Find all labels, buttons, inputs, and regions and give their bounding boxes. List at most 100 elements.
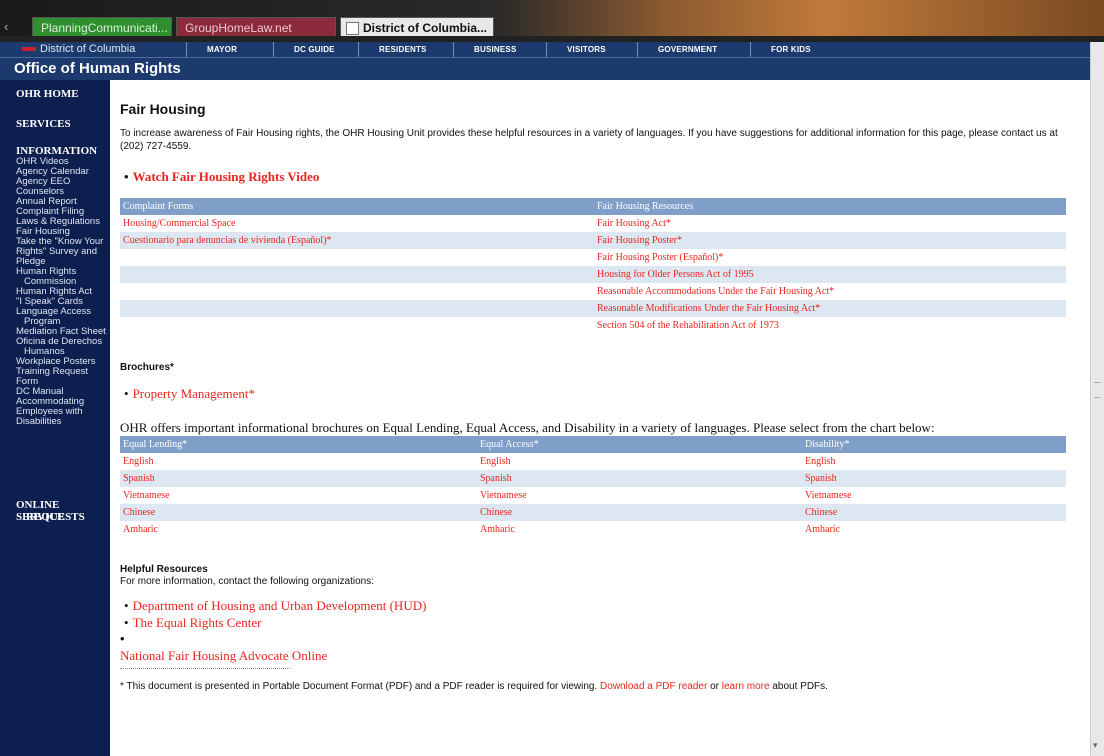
table-row: Reasonable Accommodations Under the Fair… (120, 283, 1066, 300)
table-link[interactable]: Reasonable Modifications Under the Fair … (594, 300, 1066, 317)
nav-visitors[interactable]: VISITORS (546, 42, 637, 57)
language-link[interactable]: Vietnamese (802, 487, 1066, 504)
browser-tab-active[interactable]: District of Columbia... (340, 17, 494, 37)
org-link-hud[interactable]: Department of Housing and Urban Developm… (133, 598, 427, 613)
tab-scroll-icon[interactable]: ‹ (4, 18, 26, 36)
language-link[interactable]: Amharic (802, 521, 1066, 538)
table-cell (120, 317, 594, 334)
org-item: • Department of Housing and Urban Develop… (124, 598, 426, 614)
table-link[interactable]: Fair Housing Act* (594, 215, 1066, 232)
table-cell (120, 266, 594, 283)
language-link[interactable]: Vietnamese (477, 487, 802, 504)
org-link-nfhao[interactable]: National Fair Housing Advocate Online (120, 648, 327, 664)
bullet-icon: • (124, 169, 129, 184)
video-link[interactable]: Watch Fair Housing Rights Video (133, 169, 320, 184)
tab-label: District of Columbia... (363, 21, 488, 35)
column-header: Fair Housing Resources (594, 198, 1066, 215)
table-link[interactable]: Cuestionario para denuncias de vivienda … (120, 232, 594, 249)
language-link[interactable]: Chinese (802, 504, 1066, 521)
learn-more-link[interactable]: learn more (722, 681, 770, 692)
dc-main-nav: MAYOR DC GUIDE RESIDENTS BUSINESS VISITO… (186, 42, 837, 57)
property-management-item: • Property Management* (124, 386, 255, 402)
language-link[interactable]: English (477, 453, 802, 470)
language-link[interactable]: Amharic (120, 521, 477, 538)
table-row: Amharic Amharic Amharic (120, 521, 1066, 538)
table-link[interactable]: Housing for Older Persons Act of 1995 (594, 266, 1066, 283)
sidebar-link[interactable]: Disabilities (16, 417, 112, 427)
office-header: Office of Human Rights (0, 58, 1090, 80)
table-link[interactable]: Housing/Commercial Space (120, 215, 594, 232)
main-content: Fair Housing To increase awareness of Fa… (110, 80, 1090, 756)
tab-label: PlanningCommunicati... (41, 21, 168, 35)
column-header: Disability* (802, 436, 1066, 453)
brochures-intro-text: OHR offers important informational broch… (120, 420, 935, 435)
sidebar: OHR HOME SERVICES INFORMATION OHR Videos… (12, 80, 110, 756)
bullet-icon: • (120, 631, 125, 646)
table-row: Housing for Older Persons Act of 1995 (120, 266, 1066, 283)
footnote-text: or (707, 681, 722, 692)
browser-tab[interactable]: GroupHomeLaw.net (176, 17, 336, 37)
dc-flag-icon (22, 47, 36, 51)
table-row: Spanish Spanish Spanish (120, 470, 1066, 487)
download-pdf-reader-link[interactable]: Download a PDF reader (600, 681, 707, 692)
table-row: Fair Housing Poster (Español)* (120, 249, 1066, 266)
language-link[interactable]: Chinese (120, 504, 477, 521)
language-link[interactable]: Chinese (477, 504, 802, 521)
column-header: Equal Access* (477, 436, 802, 453)
property-management-link[interactable]: Property Management* (133, 386, 255, 401)
table-header-row: Equal Lending* Equal Access* Disability* (120, 436, 1066, 453)
table-link[interactable]: Fair Housing Poster* (594, 232, 1066, 249)
nav-business[interactable]: BUSINESS (453, 42, 546, 57)
office-title[interactable]: Office of Human Rights (14, 59, 181, 79)
language-table: Equal Lending* Equal Access* Disability*… (120, 436, 1066, 538)
resources-table: Complaint Forms Fair Housing Resources H… (120, 198, 1066, 334)
tab-label: GroupHomeLaw.net (185, 21, 292, 35)
table-cell (120, 300, 594, 317)
table-cell (120, 283, 594, 300)
bullet-icon: • (124, 598, 129, 613)
scroll-down-arrow-icon[interactable]: ▾ (1093, 740, 1098, 751)
browser-tab[interactable]: PlanningCommunicati... (32, 17, 172, 37)
nav-government[interactable]: GOVERNMENT (637, 42, 750, 57)
language-link[interactable]: English (802, 453, 1066, 470)
org-link-equal-rights[interactable]: The Equal Rights Center (133, 615, 262, 630)
bullet-icon: • (124, 386, 129, 401)
sidebar-info-links: OHR Videos Agency Calendar Agency EEO Co… (16, 157, 112, 427)
column-header: Equal Lending* (120, 436, 477, 453)
table-cell (120, 249, 594, 266)
vertical-scrollbar[interactable]: ▾ (1090, 42, 1104, 756)
brochures-heading: Brochures* (120, 362, 174, 373)
table-link[interactable]: Fair Housing Poster (Español)* (594, 249, 1066, 266)
nav-residents[interactable]: RESIDENTS (358, 42, 453, 57)
org-item: • The Equal Rights Center (124, 615, 261, 631)
sidebar-services[interactable]: SERVICES (16, 118, 71, 130)
pdf-footnote: * This document is presented in Portable… (120, 681, 828, 692)
video-link-item: • Watch Fair Housing Rights Video (124, 169, 319, 185)
sidebar-ohr-home[interactable]: OHR HOME (16, 88, 79, 100)
language-link[interactable]: Vietnamese (120, 487, 477, 504)
nav-for-kids[interactable]: FOR KIDS (750, 42, 837, 57)
table-link[interactable]: Reasonable Accommodations Under the Fair… (594, 283, 1066, 300)
language-link[interactable]: English (120, 453, 477, 470)
language-link[interactable]: Spanish (477, 470, 802, 487)
language-link[interactable]: Spanish (802, 470, 1066, 487)
browser-tab-bar: ‹ PlanningCommunicati... GroupHomeLaw.ne… (0, 0, 1104, 42)
nav-mayor[interactable]: MAYOR (186, 42, 273, 57)
page-title: Fair Housing (120, 101, 206, 117)
language-link[interactable]: Amharic (477, 521, 802, 538)
table-row: Chinese Chinese Chinese (120, 504, 1066, 521)
table-row: Reasonable Modifications Under the Fair … (120, 300, 1066, 317)
footnote-text: * This document is presented in Portable… (120, 681, 601, 692)
footnote-divider (120, 668, 290, 669)
column-header: Complaint Forms (120, 198, 594, 215)
table-header-row: Complaint Forms Fair Housing Resources (120, 198, 1066, 215)
scroll-grip-icon[interactable] (1094, 382, 1100, 398)
helpful-resources-subtext: For more information, contact the follow… (120, 576, 375, 587)
nav-dc-guide[interactable]: DC GUIDE (273, 42, 358, 57)
helpful-resources-heading: Helpful Resources (120, 564, 208, 575)
language-link[interactable]: Spanish (120, 470, 477, 487)
dc-home-link[interactable]: District of Columbia (40, 42, 135, 57)
page-left-edge (0, 42, 12, 756)
table-link[interactable]: Section 504 of the Rehabilitation Act of… (594, 317, 1066, 334)
sidebar-online-requests[interactable]: REQUESTS (26, 511, 85, 523)
